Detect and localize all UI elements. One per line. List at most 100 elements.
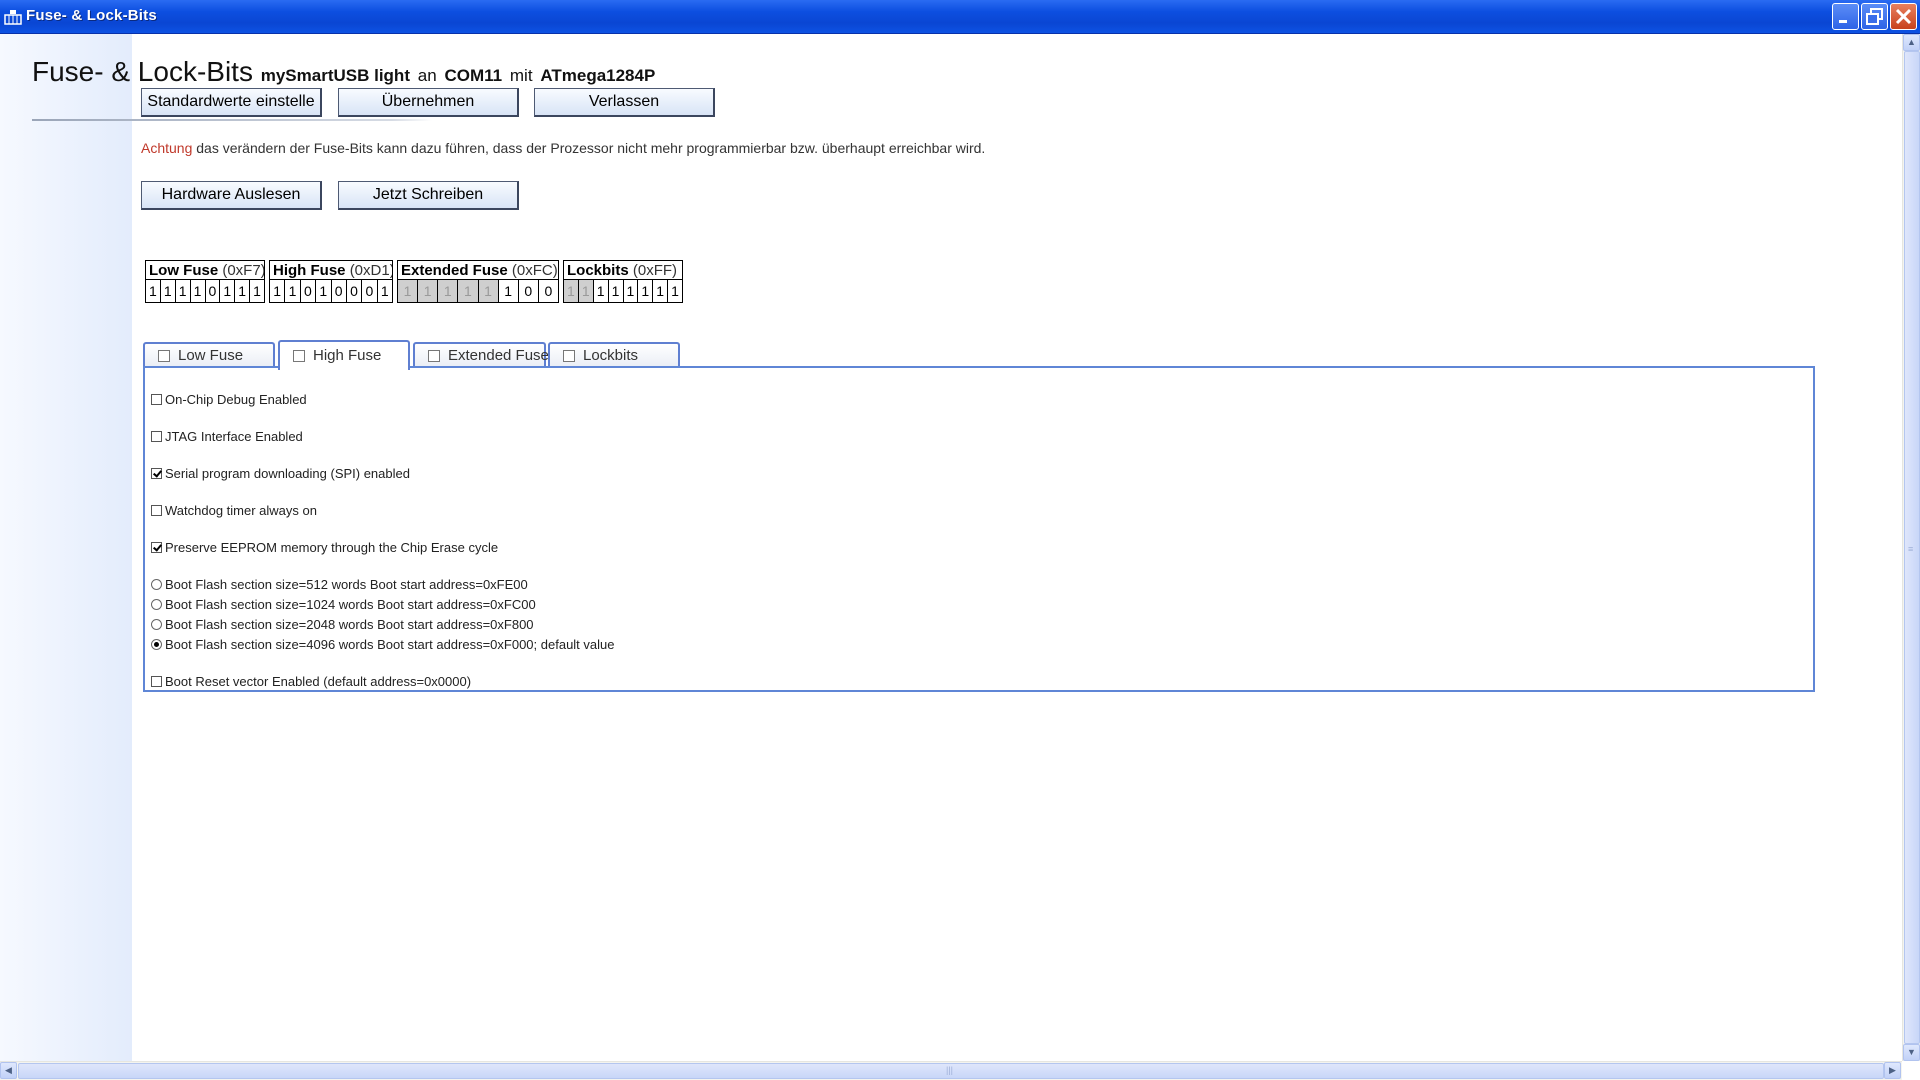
vertical-scrollbar[interactable]: ▲ ≡ ▼	[1902, 34, 1920, 1061]
tab-label: Low Fuse	[178, 347, 244, 364]
checkbox-checked[interactable]	[151, 468, 162, 479]
high-fuse-bit[interactable]: 1	[285, 280, 301, 302]
extended-fuse-bit[interactable]: 0	[519, 280, 539, 302]
app-icon	[4, 10, 22, 25]
scroll-up-arrow-icon[interactable]: ▲	[1903, 34, 1920, 51]
high-fuse-bit[interactable]: 0	[347, 280, 363, 302]
warning-message: das verändern der Fuse-Bits kann dazu fü…	[196, 140, 986, 156]
lockbits-bit[interactable]: 1	[609, 280, 624, 302]
minimize-button[interactable]	[1832, 3, 1859, 30]
horizontal-scrollbar[interactable]: ◀ ||| ▶	[0, 1061, 1902, 1080]
tab-lockbits[interactable]: Lockbits	[548, 342, 680, 368]
extended-fuse-header: Extended Fuse (0xFC)	[398, 261, 558, 280]
option-wdt[interactable]: Watchdog timer always on	[151, 503, 317, 518]
client-area: Fuse- & Lock-Bits mySmartUSB light an CO…	[0, 34, 1920, 1080]
radio-button[interactable]	[151, 579, 162, 590]
low-fuse-bit[interactable]: 1	[176, 280, 191, 302]
scroll-right-arrow-icon[interactable]: ▶	[1884, 1062, 1901, 1079]
option-label: Boot Flash section size=1024 words Boot …	[165, 597, 536, 612]
lockbits-name: Lockbits	[567, 262, 629, 279]
option-spi[interactable]: Serial program downloading (SPI) enabled	[151, 466, 410, 481]
option-boot2048[interactable]: Boot Flash section size=2048 words Boot …	[151, 617, 534, 632]
checkbox[interactable]	[151, 505, 162, 516]
high-fuse-bit[interactable]: 1	[378, 280, 392, 302]
high-fuse-panel: On-Chip Debug Enabled JTAG Interface Ena…	[143, 366, 1815, 692]
checkbox-checked[interactable]	[151, 542, 162, 553]
lockbits-bit-disabled: 1	[578, 280, 594, 302]
lockbits-bit[interactable]: 1	[594, 280, 609, 302]
option-eesave[interactable]: Preserve EEPROM memory through the Chip …	[151, 540, 498, 555]
defaults-button[interactable]: Standardwerte einstelle	[141, 88, 322, 117]
option-ocd[interactable]: On-Chip Debug Enabled	[151, 392, 307, 407]
tab-low-fuse[interactable]: Low Fuse	[143, 342, 275, 368]
extended-fuse-bit-disabled: 1	[458, 280, 479, 302]
tab-checkbox[interactable]	[428, 350, 440, 362]
low-fuse-bit[interactable]: 1	[235, 280, 251, 302]
low-fuse-bit[interactable]: 0	[206, 280, 221, 302]
option-boot512[interactable]: Boot Flash section size=512 words Boot s…	[151, 577, 528, 592]
tab-label: High Fuse	[313, 347, 382, 364]
option-label: JTAG Interface Enabled	[165, 429, 303, 444]
extended-fuse-bit[interactable]: 0	[539, 280, 558, 302]
write-now-button[interactable]: Jetzt Schreiben	[338, 181, 519, 210]
maximize-button[interactable]	[1861, 3, 1888, 30]
low-fuse-name: Low Fuse	[149, 262, 219, 279]
high-fuse-bit[interactable]: 0	[332, 280, 347, 302]
checkbox[interactable]	[151, 394, 162, 405]
lockbits-bit[interactable]: 1	[668, 280, 682, 302]
extended-fuse-bit-disabled: 1	[418, 280, 439, 302]
scroll-left-arrow-icon[interactable]: ◀	[0, 1062, 17, 1079]
lockbits-bit[interactable]: 1	[638, 280, 654, 302]
low-fuse-bit[interactable]: 1	[146, 280, 161, 302]
exit-button[interactable]: Verlassen	[534, 88, 715, 117]
extended-fuse-table: Extended Fuse (0xFC) 1 1 1 1 1 1 0 0	[397, 260, 559, 303]
low-fuse-bit[interactable]: 1	[250, 280, 264, 302]
low-fuse-bit[interactable]: 1	[191, 280, 206, 302]
option-label: Serial program downloading (SPI) enabled	[165, 466, 410, 481]
lockbits-bit[interactable]: 1	[624, 280, 639, 302]
window-titlebar: Fuse- & Lock-Bits	[0, 0, 1920, 34]
extended-fuse-bit-disabled: 1	[438, 280, 459, 302]
high-fuse-bit[interactable]: 0	[301, 280, 317, 302]
lockbits-bit[interactable]: 1	[653, 280, 669, 302]
radio-button[interactable]	[151, 599, 162, 610]
option-boot1024[interactable]: Boot Flash section size=1024 words Boot …	[151, 597, 536, 612]
radio-button[interactable]	[151, 619, 162, 630]
high-fuse-bit[interactable]: 0	[362, 280, 378, 302]
extended-fuse-name: Extended Fuse	[401, 262, 508, 279]
option-label: Preserve EEPROM memory through the Chip …	[165, 540, 499, 555]
radio-button-selected[interactable]	[151, 639, 162, 650]
tab-high-fuse[interactable]: High Fuse	[278, 340, 410, 370]
option-label: Boot Flash section size=4096 words Boot …	[165, 637, 615, 652]
grip-icon: |||	[946, 1065, 954, 1075]
lockbits-hex: (0xFF)	[632, 262, 678, 279]
option-boot4096[interactable]: Boot Flash section size=4096 words Boot …	[151, 637, 614, 652]
lockbits-table: Lockbits (0xFF) 1 1 1 1 1 1 1 1	[563, 260, 683, 303]
checkbox[interactable]	[151, 431, 162, 442]
window-title: Fuse- & Lock-Bits	[26, 7, 157, 24]
low-fuse-bit[interactable]: 1	[161, 280, 176, 302]
high-fuse-bit[interactable]: 1	[316, 280, 332, 302]
lockbits-bit-disabled: 1	[564, 280, 579, 302]
chip-name: ATmega1284P	[540, 66, 656, 85]
word-mit: mit	[509, 66, 533, 85]
port-name: COM11	[444, 66, 503, 85]
option-bootrst[interactable]: Boot Reset vector Enabled (default addre…	[151, 674, 471, 689]
scroll-down-arrow-icon[interactable]: ▼	[1903, 1044, 1920, 1061]
page-title: Fuse- & Lock-Bits mySmartUSB light an CO…	[32, 56, 655, 88]
high-fuse-hex: (0xD1)	[349, 262, 392, 279]
tab-extended-fuse[interactable]: Extended Fuse	[413, 342, 549, 368]
extended-fuse-bit[interactable]: 1	[499, 280, 519, 302]
tab-checkbox[interactable]	[293, 350, 305, 362]
close-button[interactable]	[1890, 3, 1917, 30]
option-jtag[interactable]: JTAG Interface Enabled	[151, 429, 303, 444]
option-label: Boot Flash section size=512 words Boot s…	[165, 577, 528, 592]
tab-checkbox[interactable]	[563, 350, 575, 362]
low-fuse-bit[interactable]: 1	[220, 280, 236, 302]
high-fuse-bit[interactable]: 1	[270, 280, 286, 302]
checkbox[interactable]	[151, 676, 162, 687]
apply-button[interactable]: Übernehmen	[338, 88, 519, 117]
read-hardware-button[interactable]: Hardware Auslesen	[141, 181, 322, 210]
tab-checkbox[interactable]	[158, 350, 170, 362]
high-fuse-name: High Fuse	[273, 262, 346, 279]
